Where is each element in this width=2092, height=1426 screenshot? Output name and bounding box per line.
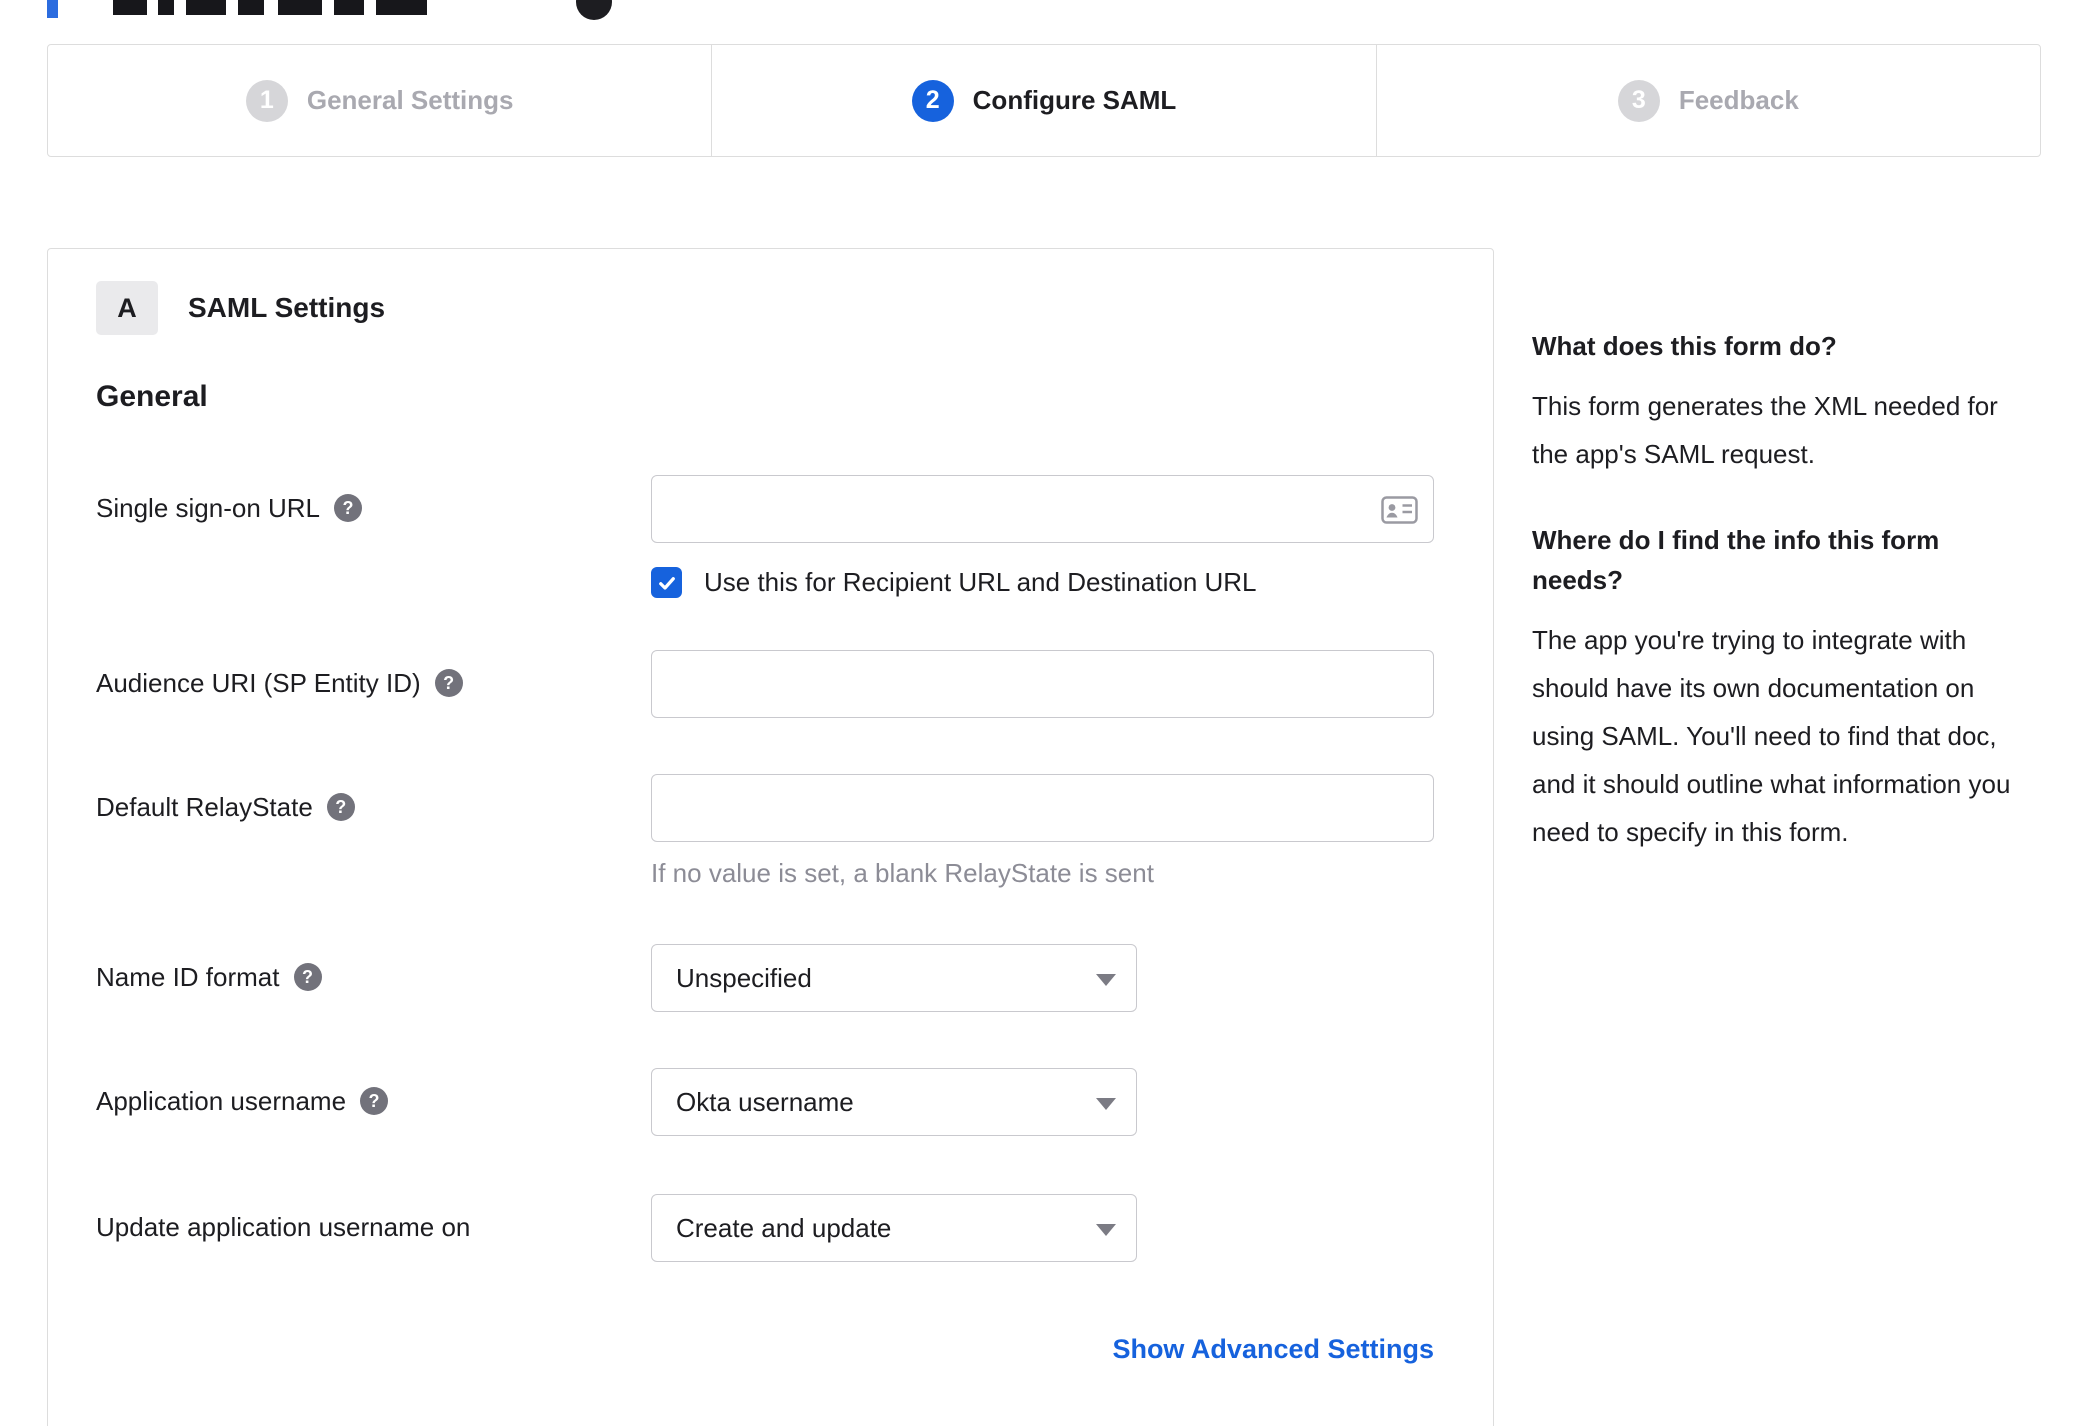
step-label: Feedback <box>1678 85 1799 115</box>
help-icon[interactable] <box>326 793 355 821</box>
audience-uri-row: Audience URI (SP Entity ID) <box>96 650 1445 718</box>
field-label: Single sign-on URL <box>96 493 321 523</box>
help-icon[interactable] <box>434 669 463 697</box>
help-icon[interactable] <box>293 963 322 991</box>
step-number-badge: 3 <box>1617 79 1660 122</box>
select-value: Unspecified <box>676 962 812 993</box>
help-icon[interactable] <box>334 494 363 522</box>
step-label: Configure SAML <box>972 85 1177 115</box>
recipient-url-checkbox-row: Use this for Recipient URL and Destinati… <box>651 567 1445 598</box>
audience-uri-control-col <box>651 650 1445 718</box>
step-number-badge: 1 <box>245 79 288 122</box>
update-app-username-select[interactable]: Create and update <box>651 1194 1137 1262</box>
sso-url-input[interactable] <box>651 475 1434 543</box>
help-body: The app you're trying to integrate with … <box>1532 625 2011 847</box>
help-sidebar: What does this form do? This form genera… <box>1532 326 2030 856</box>
chevron-down-icon <box>1096 974 1116 986</box>
field-label: Name ID format <box>96 962 280 992</box>
step-general-settings[interactable]: 1 General Settings <box>48 45 711 156</box>
help-heading: What does this form do? <box>1532 331 1837 361</box>
cropped-title-fragment <box>238 0 264 15</box>
gear-icon[interactable] <box>576 0 612 20</box>
step-label: General Settings <box>306 85 514 115</box>
cropped-page-title <box>0 0 2092 22</box>
step-feedback[interactable]: 3 Feedback <box>1375 45 2040 156</box>
field-label: Application username <box>96 1086 347 1116</box>
name-id-format-select[interactable]: Unspecified <box>651 944 1137 1012</box>
recipient-url-checkbox[interactable] <box>651 567 682 598</box>
update-app-username-control-col: Create and update <box>651 1194 1445 1262</box>
cropped-title-fragment <box>158 0 174 15</box>
general-section-heading: General <box>96 380 208 413</box>
cropped-title-fragment <box>113 0 147 15</box>
help-section: What does this form do? This form genera… <box>1532 326 2030 478</box>
name-id-format-label-col: Name ID format <box>96 944 651 1012</box>
audience-uri-label-col: Audience URI (SP Entity ID) <box>96 650 651 718</box>
cropped-logo-fragment <box>47 0 58 18</box>
update-app-username-label-col: Update application username on <box>96 1194 651 1262</box>
wizard-stepper: 1 General Settings 2 Configure SAML 3 Fe… <box>47 44 2041 157</box>
contact-card-icon[interactable] <box>1381 496 1418 524</box>
sso-url-input-wrap <box>651 475 1434 543</box>
cropped-title-fragment <box>376 0 427 15</box>
app-username-control-col: Okta username <box>651 1068 1445 1136</box>
app-username-row: Application username Okta username <box>96 1068 1445 1136</box>
app-username-label-col: Application username <box>96 1068 651 1136</box>
audience-uri-input[interactable] <box>651 650 1434 718</box>
step-configure-saml[interactable]: 2 Configure SAML <box>711 45 1375 156</box>
relay-state-label-col: Default RelayState <box>96 774 651 888</box>
relay-state-helper-text: If no value is set, a blank RelayState i… <box>651 858 1154 888</box>
name-id-format-row: Name ID format Unspecified <box>96 944 1445 1012</box>
chevron-down-icon <box>1096 1098 1116 1110</box>
help-body: This form generates the XML needed for t… <box>1532 391 1998 469</box>
section-a-badge: A <box>96 281 158 335</box>
field-label: Update application username on <box>96 1212 471 1242</box>
sso-url-row: Single sign-on URL ? Use this for Recipi… <box>96 475 1445 598</box>
sso-url-label-col: Single sign-on URL <box>96 475 651 598</box>
app-username-select[interactable]: Okta username <box>651 1068 1137 1136</box>
relay-state-row: Default RelayState If no value is set, a… <box>96 774 1445 888</box>
cropped-title-fragment <box>186 0 226 15</box>
chevron-down-icon <box>1096 1224 1116 1236</box>
field-label: Default RelayState <box>96 792 313 822</box>
help-section: Where do I find the info this form needs… <box>1532 520 2030 856</box>
panel-title: SAML Settings <box>188 292 386 323</box>
sso-url-control-col: Use this for Recipient URL and Destinati… <box>651 475 1445 598</box>
field-label: Audience URI (SP Entity ID) <box>96 668 421 698</box>
step-number-badge: 2 <box>911 79 954 122</box>
help-icon[interactable] <box>360 1087 389 1115</box>
advanced-settings-row: Show Advanced Settings <box>96 1334 1434 1365</box>
panel-header: A SAML Settings <box>96 281 1445 335</box>
cropped-title-fragment <box>334 0 364 15</box>
select-value: Okta username <box>676 1086 854 1117</box>
checkbox-label: Use this for Recipient URL and Destinati… <box>704 567 1257 597</box>
page: 1 General Settings 2 Configure SAML 3 Fe… <box>0 0 2092 1426</box>
select-value: Create and update <box>676 1212 892 1243</box>
name-id-format-control-col: Unspecified <box>651 944 1445 1012</box>
update-app-username-row: Update application username on Create an… <box>96 1194 1445 1262</box>
relay-state-control-col: If no value is set, a blank RelayState i… <box>651 774 1445 888</box>
relay-state-input[interactable] <box>651 774 1434 842</box>
show-advanced-settings-link[interactable]: Show Advanced Settings <box>1112 1334 1434 1364</box>
help-heading: Where do I find the info this form needs… <box>1532 525 1940 595</box>
cropped-title-fragment <box>278 0 322 15</box>
saml-settings-panel: A SAML Settings General Single sign-on U… <box>47 248 1494 1426</box>
